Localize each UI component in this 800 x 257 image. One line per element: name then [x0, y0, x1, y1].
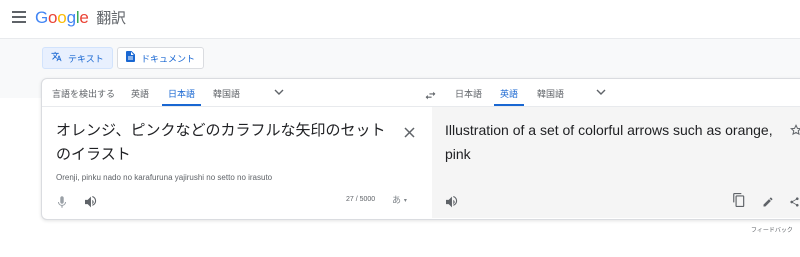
logo-letter: e	[79, 8, 89, 27]
ime-label: あ	[392, 196, 402, 206]
translate-icon	[51, 51, 62, 65]
edit-icon[interactable]	[762, 193, 774, 212]
clear-source-icon[interactable]	[404, 123, 415, 142]
product-name: 翻訳	[96, 9, 126, 27]
document-mode-label: ドキュメント	[141, 54, 196, 65]
caret-down-icon: ▾	[403, 197, 407, 204]
feedback-link[interactable]: フィードバック	[751, 225, 793, 234]
tab-source-japanese[interactable]: 日本語	[161, 80, 202, 106]
input-tools-button[interactable]: あ ▾	[392, 193, 407, 206]
source-more-languages[interactable]	[274, 80, 284, 106]
tab-label: 英語	[131, 89, 150, 100]
chevron-down-icon	[596, 88, 606, 99]
share-icon[interactable]	[789, 193, 800, 212]
logo-letter: o	[57, 8, 67, 27]
speaker-icon[interactable]	[446, 193, 459, 212]
tab-source-korean[interactable]: 韓国語	[213, 80, 240, 106]
text-mode-label: テキスト	[68, 54, 104, 65]
tab-target-japanese[interactable]: 日本語	[455, 80, 482, 106]
source-text-input[interactable]: オレンジ、ピンクなどのカラフルな矢印のセットのイラスト	[56, 118, 396, 166]
tab-label: 韓国語	[213, 89, 241, 100]
translation-output: Illustration of a set of colorful arrows…	[445, 122, 773, 162]
target-more-languages[interactable]	[596, 80, 606, 106]
tab-target-korean[interactable]: 韓国語	[537, 80, 564, 106]
document-icon	[126, 51, 135, 65]
tab-target-english[interactable]: 英語	[493, 80, 525, 106]
logo-letter: g	[66, 8, 76, 27]
swap-languages-icon[interactable]	[424, 86, 437, 105]
microphone-icon[interactable]	[58, 193, 66, 212]
logo-letter: o	[48, 8, 58, 27]
language-bar	[42, 80, 800, 107]
character-counter: 27 / 5000	[346, 196, 376, 203]
logo-letter: G	[35, 8, 49, 27]
tab-label: 言語を検出する	[52, 89, 116, 100]
copy-icon[interactable]	[733, 192, 745, 211]
tab-label: 日本語	[455, 89, 483, 100]
chevron-down-icon	[274, 88, 284, 99]
tab-label: 英語	[500, 89, 519, 100]
tab-source-english[interactable]: 英語	[131, 80, 149, 106]
tab-label: 日本語	[168, 89, 196, 100]
google-translate-logo[interactable]: Google 翻訳	[35, 7, 126, 28]
tab-label: 韓国語	[537, 89, 565, 100]
transliteration-text: Orenji, pinku nado no karafuruna yajirus…	[56, 173, 273, 182]
text-mode-button[interactable]: テキスト	[42, 47, 113, 69]
menu-icon[interactable]	[12, 11, 26, 23]
speaker-icon[interactable]	[85, 193, 98, 212]
document-mode-button[interactable]: ドキュメント	[117, 47, 205, 69]
star-icon[interactable]	[790, 121, 800, 140]
tab-detect-language[interactable]: 言語を検出する	[52, 80, 115, 106]
